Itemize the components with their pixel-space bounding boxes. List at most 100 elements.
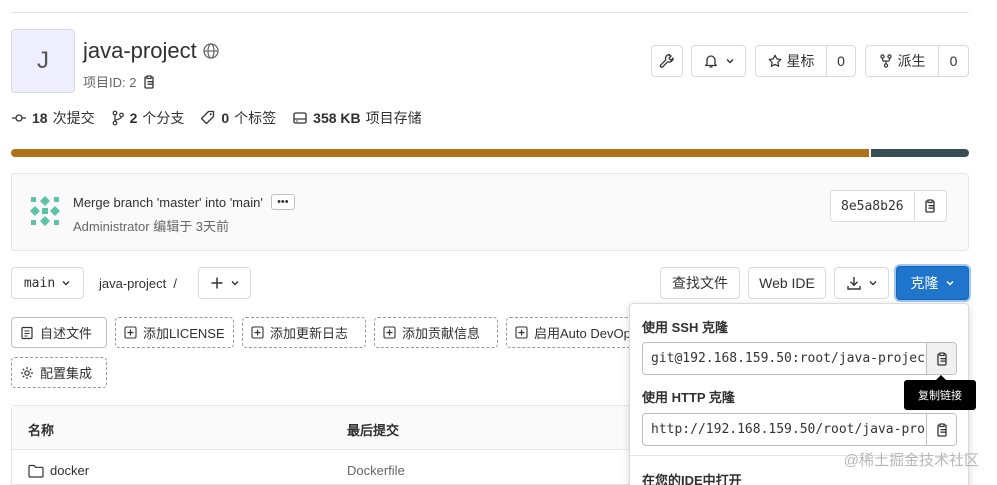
project-avatar-letter: J [37,47,49,74]
add-changelog-button[interactable]: 添加更新日志 [242,317,366,348]
wrench-icon [659,53,675,69]
fork-count[interactable]: 0 [938,46,968,76]
tags-stat[interactable]: 0 个标签 [200,108,276,128]
storage-icon [292,110,308,126]
ssh-clone-field: git@192.168.159.50:root/java-project.git [642,342,957,375]
plus-square-icon [515,326,528,339]
branches-stat[interactable]: 2 个分支 [111,108,185,128]
commits-label: 次提交 [52,110,95,126]
add-contributing-button[interactable]: 添加贡献信息 [374,317,498,348]
plus-square-icon [383,326,396,339]
star-button[interactable]: 星标 [756,46,826,76]
star-count[interactable]: 0 [826,46,855,76]
commit-sha-group: 8e5a8b26 [830,190,947,222]
chevron-down-icon [868,278,878,288]
commit-icon [11,110,27,126]
copy-http-url-button[interactable] [926,414,956,445]
configure-integrations-label: 配置集成 [40,366,93,381]
project-name[interactable]: java-project [83,38,197,64]
notifications-button[interactable] [691,45,746,77]
clone-label: 克隆 [910,275,939,291]
ssh-url-input[interactable]: git@192.168.159.50:root/java-project.git [643,343,926,374]
repository-languages-bar[interactable] [11,149,969,157]
tag-icon [200,110,216,126]
fork-button-group: 派生 0 [865,45,969,77]
copy-url-tooltip: 复制链接 [904,375,976,410]
chevron-down-icon [725,56,735,66]
commit-message-link[interactable]: Merge branch 'master' into 'main' [73,195,263,210]
chevron-down-icon [945,278,955,288]
branch-icon [111,110,125,126]
readme-label: 自述文件 [40,326,93,341]
commit-title: Merge branch 'master' into 'main' ••• [73,194,295,210]
file-name-link[interactable]: docker [50,463,89,478]
settings-button[interactable] [651,45,683,77]
clipboard-icon [935,351,949,366]
project-title: java-project [83,38,219,64]
storage-size: 358 KB [313,110,361,126]
plus-square-icon [251,326,264,339]
document-icon [20,326,34,340]
branches-label: 个分支 [142,110,185,126]
add-contributing-label: 添加贡献信息 [402,326,481,341]
copy-ssh-url-button[interactable] [926,343,956,374]
copy-id-icon[interactable] [142,74,156,89]
storage-stat[interactable]: 358 KB 项目存储 [292,108,422,128]
folder-icon [28,464,44,478]
add-license-button[interactable]: 添加LICENSE [115,317,234,348]
find-file-button[interactable]: 查找文件 [660,267,740,299]
download-button[interactable] [834,267,889,299]
settings-gear-icon [20,366,34,380]
fork-icon [879,54,893,68]
chevron-down-icon [61,278,71,288]
globe-icon [203,43,219,59]
project-avatar[interactable]: J [11,29,75,93]
file-tree-table: 名称 最后提交 docker Dockerfile [11,405,631,485]
row-last-commit-link[interactable]: Dockerfile [347,463,405,478]
commits-stat[interactable]: 18 次提交 [11,108,95,128]
project-id: 项目ID: 2 [83,72,156,91]
author-avatar[interactable] [28,194,62,228]
last-commit-panel: Merge branch 'master' into 'main' ••• Ad… [11,173,969,251]
star-icon [768,54,782,68]
breadcrumb[interactable]: java-project / [99,276,177,291]
http-clone-field: http://192.168.159.50/root/java-project.… [642,413,957,446]
column-last-commit-header: 最后提交 [347,423,400,438]
branches-count: 2 [129,110,138,126]
commit-sha[interactable]: 8e5a8b26 [831,191,914,221]
branch-name: main [23,275,56,291]
tags-label: 个标签 [234,110,277,126]
commit-meta: Administrator 编辑于 3天前 [73,216,229,235]
top-divider [11,12,969,13]
clone-button[interactable]: 克隆 [896,266,969,300]
commits-count: 18 [32,110,48,126]
language-dockerfile-segment[interactable] [871,149,969,157]
watermark: @稀土掘金技术社区 [843,452,979,469]
http-clone-label: 使用 HTTP 克隆 [642,390,735,405]
tags-count: 0 [221,110,230,126]
chevron-down-icon [230,278,240,288]
table-row[interactable]: docker [28,463,89,478]
readme-button[interactable]: 自述文件 [11,317,107,348]
expand-commit-description-button[interactable]: ••• [270,194,295,210]
commit-author[interactable]: Administrator [73,219,150,234]
configure-integrations-button[interactable]: 配置集成 [11,357,107,388]
add-to-tree-button[interactable] [198,267,251,299]
star-label: 星标 [786,53,815,69]
http-url-input[interactable]: http://192.168.159.50/root/java-project.… [643,414,926,445]
storage-label: 项目存储 [365,110,422,126]
clipboard-icon [935,422,949,437]
column-name-header: 名称 [28,423,55,438]
fork-button[interactable]: 派生 [866,46,938,76]
enable-auto-devops-button[interactable]: 启用Auto DevOps [506,317,641,348]
copy-sha-button[interactable] [913,191,946,221]
ssh-clone-label: 使用 SSH 克隆 [642,320,728,335]
project-stats: 18 次提交 2 个分支 0 个标签 358 KB 项目存储 [11,108,422,128]
plus-icon [210,276,224,290]
language-java-segment[interactable] [11,149,869,157]
clipboard-icon [923,199,937,213]
open-in-ide-label: 在您的IDE中打开 [642,473,742,485]
project-id-label: 项目ID: 2 [83,75,137,90]
web-ide-button[interactable]: Web IDE [748,267,826,299]
branch-selector[interactable]: main [11,267,84,299]
